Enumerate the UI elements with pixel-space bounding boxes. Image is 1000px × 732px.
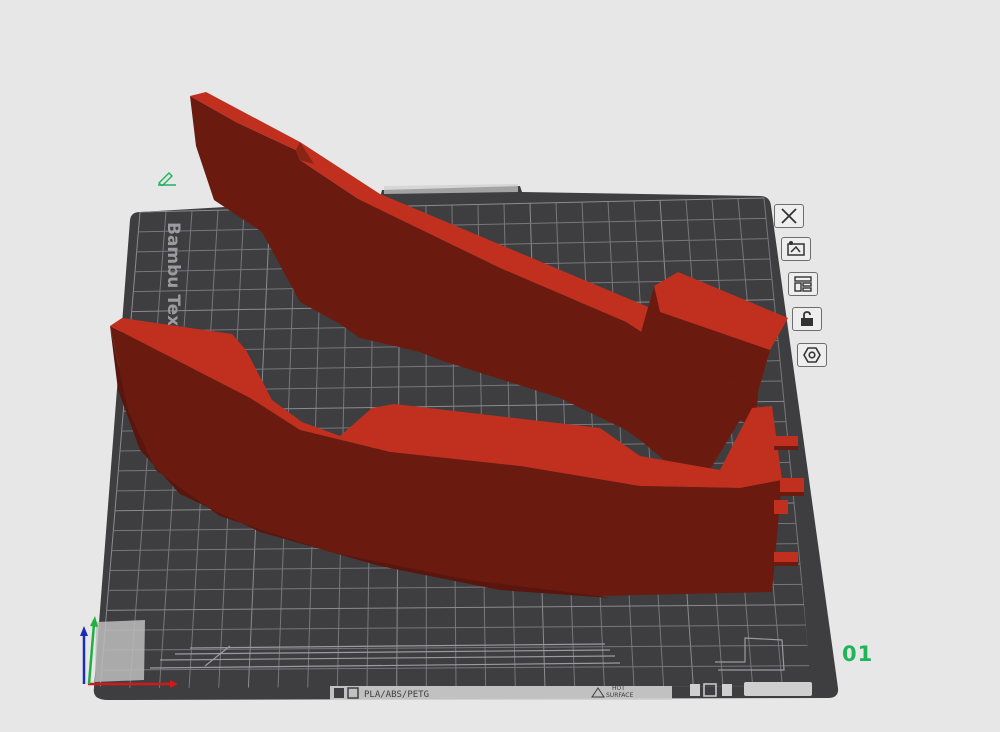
3d-viewport[interactable]: PLA/ABS/PETG HOT SURFACE Bambu Textu — [0, 0, 1000, 732]
close-icon — [781, 208, 797, 224]
plate-material-label: PLA/ABS/PETG — [364, 690, 429, 700]
plate-settings-button[interactable] — [797, 343, 827, 367]
hot-label: HOT — [612, 685, 625, 692]
settings-hex-icon — [803, 347, 821, 363]
qr-icon — [334, 688, 344, 698]
pick-icon — [787, 241, 805, 256]
pick-plate-button[interactable] — [781, 237, 811, 261]
edit-plate-name-icon[interactable] — [156, 170, 178, 186]
close-plate-button[interactable] — [774, 204, 804, 228]
plate-number: 01 — [842, 642, 874, 666]
lock-icon — [801, 311, 813, 326]
surface-label: SURFACE — [606, 692, 633, 699]
arrange-icon — [794, 276, 812, 292]
arrange-plate-button[interactable] — [788, 272, 818, 296]
lock-plate-button[interactable] — [792, 307, 822, 331]
origin-zone — [95, 620, 145, 682]
